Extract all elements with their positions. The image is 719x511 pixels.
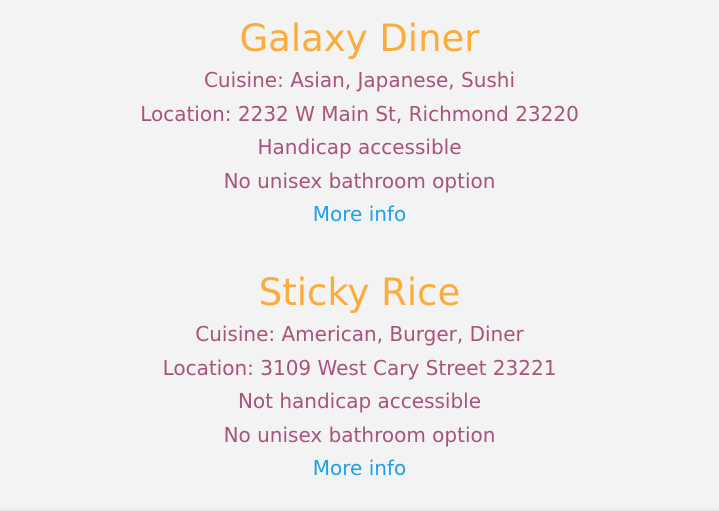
restaurant-name: Galaxy Diner — [239, 17, 480, 60]
location-text: Location: 3109 West Cary Street 23221 — [162, 355, 557, 380]
bathroom-text: No unisex bathroom option — [223, 422, 496, 447]
more-info-link[interactable]: More info — [313, 198, 406, 232]
bathroom-text: No unisex bathroom option — [223, 168, 496, 193]
restaurant-listing: Sticky Rice Cuisine: American, Burger, D… — [0, 268, 719, 486]
accessibility-text: Handicap accessible — [257, 135, 462, 160]
location-text: Location: 2232 W Main St, Richmond 23220 — [140, 101, 579, 126]
cuisine-text: Cuisine: Asian, Japanese, Sushi — [203, 68, 516, 92]
more-info-link[interactable]: More info — [313, 452, 406, 486]
bottom-divider — [0, 507, 719, 511]
restaurant-listing: Galaxy Diner Cuisine: Asian, Japanese, S… — [0, 14, 719, 232]
accessibility-text: Not handicap accessible — [237, 389, 482, 414]
restaurant-name: Sticky Rice — [258, 271, 461, 314]
cuisine-text: Cuisine: American, Burger, Diner — [195, 322, 524, 346]
